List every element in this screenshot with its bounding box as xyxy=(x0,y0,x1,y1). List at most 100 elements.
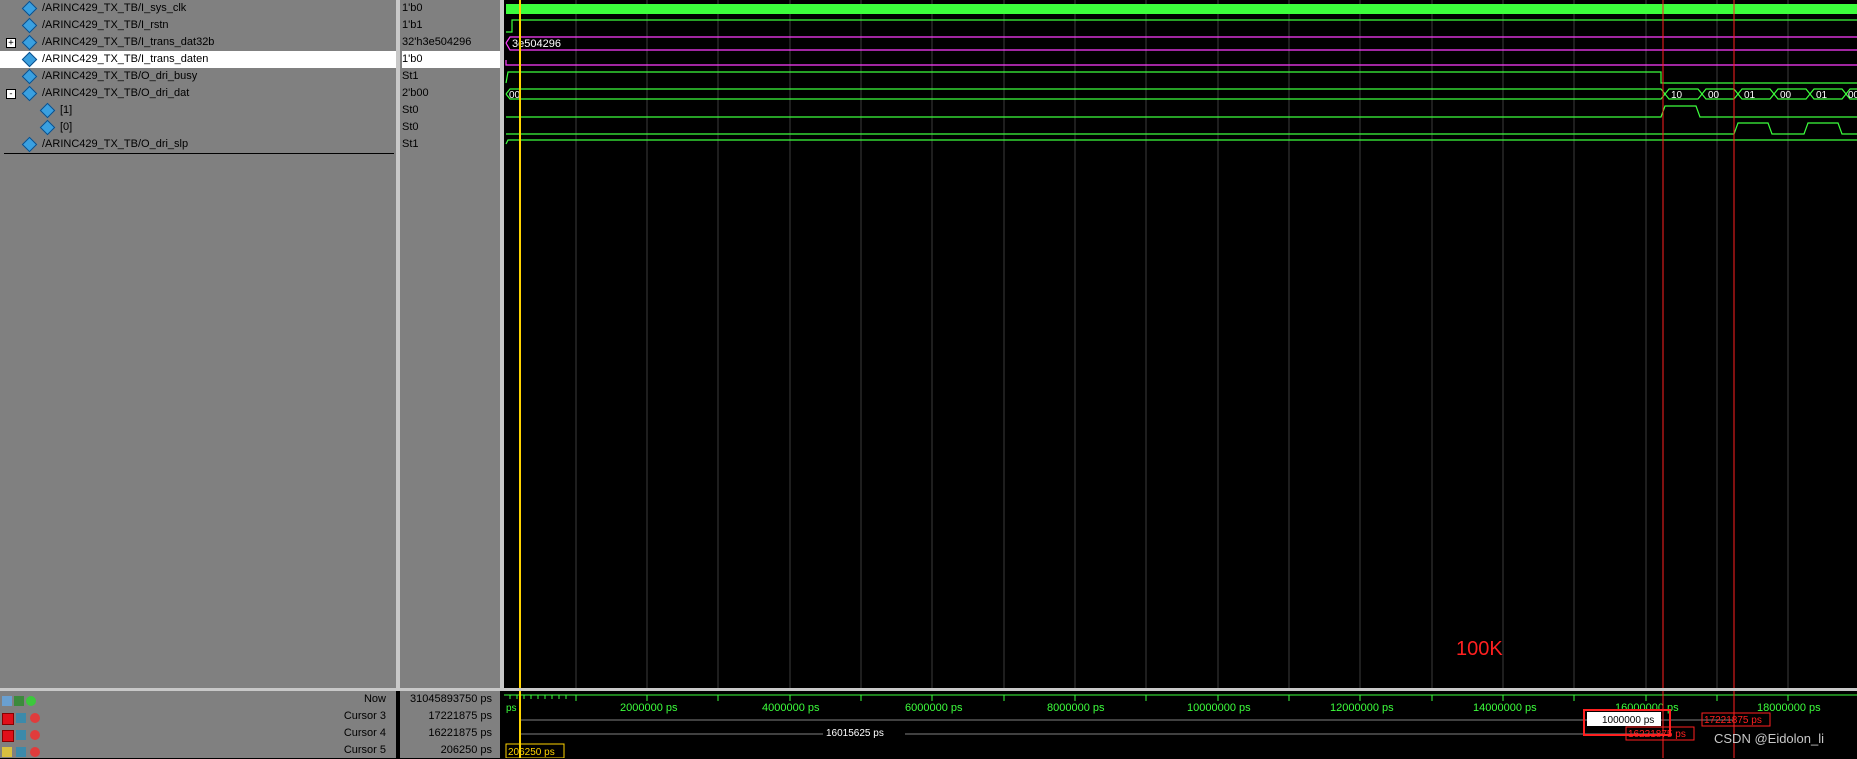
timeline-tick-label: 12000000 ps xyxy=(1330,702,1394,714)
cursor-value: 16221875 ps xyxy=(428,727,492,739)
grid-lines xyxy=(575,0,1789,688)
signal-diamond-icon xyxy=(21,34,38,51)
signal-value: St1 xyxy=(402,138,419,150)
waveform-canvas[interactable]: 3e504296 00 10 00 01 00 01 00 100K xyxy=(504,0,1857,688)
edit-icon[interactable] xyxy=(16,747,26,757)
wave-dat32b-top xyxy=(505,36,1857,44)
wave-sys-clk xyxy=(506,4,1857,14)
cursor-value-panel: 31045893750 ps 17221875 ps 16221875 ps 2… xyxy=(400,691,500,758)
edit-icon[interactable] xyxy=(16,730,26,740)
signal-diamond-icon xyxy=(21,85,38,102)
insert-cursor-icon[interactable] xyxy=(14,696,24,706)
signal-name: /ARINC429_TX_TB/I_trans_dat32b xyxy=(42,36,215,48)
lock-icon[interactable] xyxy=(2,747,12,757)
cursor-value: 17221875 ps xyxy=(428,710,492,722)
signal-value: 1'b0 xyxy=(402,2,423,14)
signal-value: 1'b1 xyxy=(402,19,423,31)
annotation-text: 100K xyxy=(1456,638,1503,660)
signal-name: /ARINC429_TX_TB/I_trans_daten xyxy=(42,53,209,65)
wave-dri-busy xyxy=(505,71,1857,84)
remove-cursor-icon[interactable] xyxy=(30,713,40,723)
signal-name: /ARINC429_TX_TB/O_dri_busy xyxy=(42,70,198,82)
signal-value: 32'h3e504296 xyxy=(402,36,472,48)
cursor-name[interactable]: Cursor 4 xyxy=(86,725,386,742)
signal-row-rstn[interactable]: /ARINC429_TX_TB/I_rstn xyxy=(0,17,396,34)
lock-icon[interactable] xyxy=(2,713,14,725)
add-cursor-icon[interactable] xyxy=(26,696,36,706)
signal-row-dri-slp[interactable]: /ARINC429_TX_TB/O_dri_slp xyxy=(0,136,396,153)
pane-splitter[interactable] xyxy=(396,0,400,758)
remove-cursor-icon[interactable] xyxy=(30,730,40,740)
edit-icon[interactable] xyxy=(16,713,26,723)
signal-row-trans-daten[interactable]: /ARINC429_TX_TB/I_trans_daten xyxy=(0,51,396,68)
cursor-5-tag-label: 206250 ps xyxy=(508,747,555,758)
timeline-tick-label: 2000000 ps xyxy=(620,702,678,714)
signal-name: /ARINC429_TX_TB/I_rstn xyxy=(42,19,169,31)
signal-name: [1] xyxy=(60,104,73,116)
signal-value: St1 xyxy=(402,70,419,82)
signal-value: St0 xyxy=(402,104,419,116)
signal-diamond-icon xyxy=(21,17,38,34)
signal-diamond-icon xyxy=(39,119,56,136)
timeline-tick-label: 14000000 ps xyxy=(1473,702,1537,714)
lock-icon[interactable] xyxy=(2,730,14,742)
delta-mid-label: 16015625 ps xyxy=(826,728,884,739)
timeline-tick-label: 18000000 ps xyxy=(1757,702,1821,714)
timeline-unit-label: ps xyxy=(506,703,517,714)
wave-dri-dat-start-label: 00 xyxy=(509,90,521,101)
timeline-tick-label: 8000000 ps xyxy=(1047,702,1105,714)
signal-diamond-icon xyxy=(21,136,38,153)
cursor-name-panel: Now Cursor 3 Cursor 4 Cursor 5 xyxy=(0,691,396,758)
collapse-minus-icon[interactable]: - xyxy=(6,89,16,99)
signal-row-dri-busy[interactable]: /ARINC429_TX_TB/O_dri_busy xyxy=(0,68,396,85)
cursor-value-now: 31045893750 ps xyxy=(410,693,492,705)
wave-dri-dat-seg-label: 00 xyxy=(1848,90,1857,101)
timeline-minor-ticks xyxy=(509,695,1789,701)
wave-dat32b-bottom xyxy=(505,42,1857,51)
cursor-tool-icon[interactable] xyxy=(2,696,12,706)
wave-dri-dat-seg-label: 00 xyxy=(1708,90,1720,101)
signal-diamond-icon xyxy=(21,51,38,68)
wave-dri-dat xyxy=(505,88,1857,100)
signal-row-dri-dat-bit0[interactable]: [0] xyxy=(0,119,396,136)
cursor-pane: Now Cursor 3 Cursor 4 Cursor 5 310458937… xyxy=(0,691,1857,758)
wave-dri-dat-bit1 xyxy=(506,105,1857,118)
timeline-tick-label: 6000000 ps xyxy=(905,702,963,714)
timeline-tick-label: 10000000 ps xyxy=(1187,702,1251,714)
remove-cursor-icon[interactable] xyxy=(30,747,40,757)
signal-row-sys-clk[interactable]: /ARINC429_TX_TB/I_sys_clk xyxy=(0,0,396,17)
wave-dri-dat-seg-label: 01 xyxy=(1816,90,1828,101)
signal-row-dri-dat[interactable]: - /ARINC429_TX_TB/O_dri_dat xyxy=(0,85,396,102)
signal-value: 1'b0 xyxy=(402,51,500,68)
timeline-tick-label: 4000000 ps xyxy=(762,702,820,714)
signal-diamond-icon xyxy=(21,0,38,17)
timeline-svg[interactable]: ps 2000000 ps 4000000 ps 6000000 ps 8000… xyxy=(504,691,1857,758)
signal-row-trans-dat32b[interactable]: + /ARINC429_TX_TB/I_trans_dat32b xyxy=(0,34,396,51)
wave-dri-dat-bit0 xyxy=(506,122,1857,135)
signal-name: /ARINC429_TX_TB/O_dri_dat xyxy=(42,87,190,99)
wave-rstn xyxy=(506,19,1857,33)
wave-dri-dat-seg-label: 01 xyxy=(1744,90,1756,101)
signal-name: /ARINC429_TX_TB/I_sys_clk xyxy=(42,2,187,14)
signal-row-dri-dat-bit1[interactable]: [1] xyxy=(0,102,396,119)
list-end-divider xyxy=(4,153,394,154)
signal-value: St0 xyxy=(402,121,419,133)
wave-dri-dat-seg-label: 10 xyxy=(1671,90,1683,101)
cursor-name[interactable]: Cursor 5 xyxy=(86,742,386,759)
cursor-4-tag-label: 16221875 ps xyxy=(1628,729,1686,740)
waveform-svg: 3e504296 00 10 00 01 00 01 00 100K xyxy=(505,0,1857,688)
signal-diamond-icon xyxy=(39,102,56,119)
delta-box-label: 1000000 ps xyxy=(1602,715,1654,726)
wave-dri-slp xyxy=(505,139,1857,145)
signal-name: /ARINC429_TX_TB/O_dri_slp xyxy=(42,138,189,150)
signal-name-panel: /ARINC429_TX_TB/I_sys_clk /ARINC429_TX_T… xyxy=(0,0,396,688)
cursor-3-tag-label: 17221875 ps xyxy=(1704,715,1762,726)
signal-diamond-icon xyxy=(21,68,38,85)
cursor-name[interactable]: Cursor 3 xyxy=(86,708,386,725)
wave-trans-daten xyxy=(505,60,1857,66)
watermark: CSDN @Eidolon_li xyxy=(1714,731,1824,746)
expand-plus-icon[interactable]: + xyxy=(6,38,16,48)
cursor-name-now: Now xyxy=(363,693,386,705)
signal-name: [0] xyxy=(60,121,73,133)
cursor-value: 206250 ps xyxy=(440,744,492,756)
